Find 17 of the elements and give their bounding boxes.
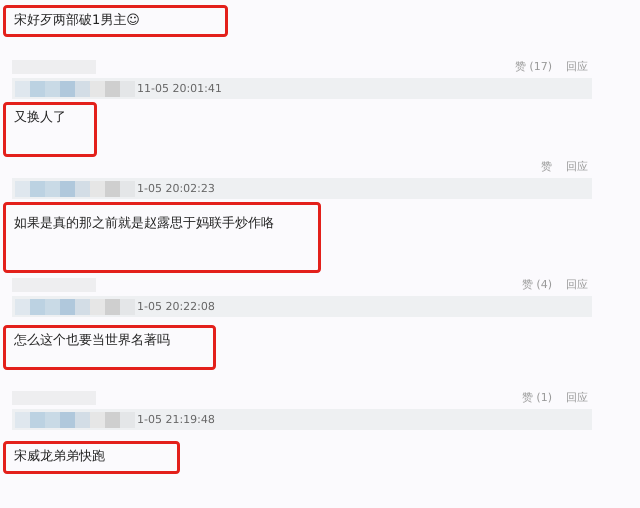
like-link[interactable]: 赞 (17) <box>514 59 552 74</box>
reply-link[interactable]: 回应 <box>566 59 588 74</box>
timestamp: 1-05 20:02:23 <box>137 182 215 195</box>
reply-link[interactable]: 回应 <box>566 390 588 405</box>
comment-text: 又换人了 <box>3 102 97 157</box>
timestamp: 1-05 20:22:08 <box>137 300 215 313</box>
reply-link[interactable]: 回应 <box>566 159 588 174</box>
like-link[interactable]: 赞 <box>541 159 552 174</box>
like-link[interactable]: 赞 (1) <box>522 390 552 405</box>
reply-link[interactable]: 回应 <box>566 277 588 292</box>
comment-text: 如果是真的那之前就是赵露思于妈联手炒作咯 <box>3 202 321 273</box>
like-link[interactable]: 赞 (4) <box>522 277 552 292</box>
comment-text: 宋好歹两部破1男主☺ <box>3 5 228 37</box>
comment-text: 宋威龙弟弟快跑 <box>3 441 180 474</box>
comment-text: 怎么这个也要当世界名著吗 <box>3 325 216 370</box>
timestamp: 11-05 20:01:41 <box>137 82 222 95</box>
timestamp: 1-05 21:19:48 <box>137 413 215 426</box>
